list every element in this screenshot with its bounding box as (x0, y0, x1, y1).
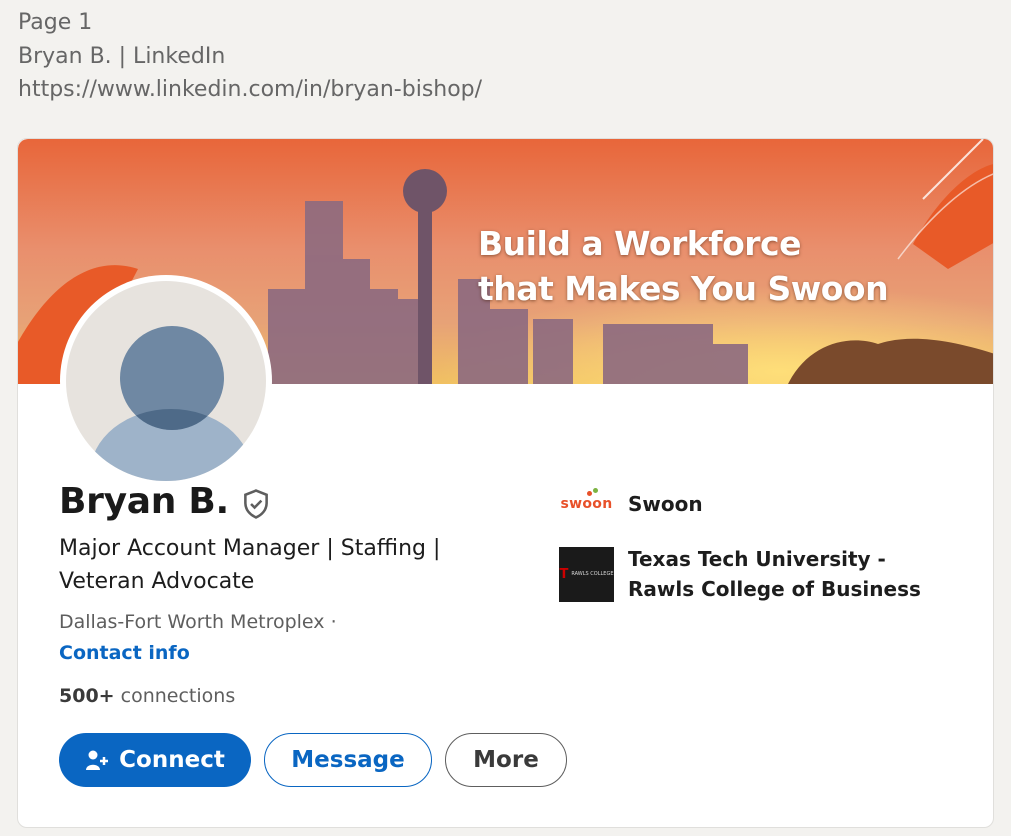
experience-name: Swoon (628, 492, 703, 516)
banner-title-line2: that Makes You Swoon (478, 269, 889, 308)
connect-button[interactable]: Connect (59, 733, 251, 787)
banner-title: Build a Workforce that Makes You Swoon (478, 221, 889, 311)
experience-item-swoon[interactable]: swoon Swoon (559, 488, 703, 519)
connections-label: connections (114, 685, 236, 707)
message-button[interactable]: Message (264, 733, 432, 787)
more-label: More (473, 747, 539, 773)
page-title: Bryan B. | LinkedIn (18, 43, 226, 69)
education-name: Texas Tech University - Rawls College of… (628, 547, 921, 601)
banner-title-line1: Build a Workforce (478, 224, 802, 263)
texas-tech-logo-text: RAWLS COLLEGE (571, 571, 614, 577)
avatar[interactable] (60, 275, 272, 487)
profile-card: Build a Workforce that Makes You Swoon B… (17, 138, 994, 828)
avatar-placeholder-icon (66, 281, 266, 481)
page-url: https://www.linkedin.com/in/bryan-bishop… (18, 77, 483, 102)
verified-shield-icon[interactable] (239, 487, 273, 521)
contact-info-link[interactable]: Contact info (59, 642, 190, 664)
profile-headline: Major Account Manager | Staffing | Veter… (59, 536, 441, 594)
name-row: Bryan B. (59, 481, 273, 522)
swoon-logo-text: swoon (560, 496, 613, 512)
connections-number: 500+ (59, 685, 115, 707)
profile-name: Bryan B. (59, 481, 229, 522)
more-button[interactable]: More (445, 733, 567, 787)
add-person-icon (86, 750, 109, 770)
connections-count[interactable]: 500+ connections (59, 685, 235, 707)
swoon-logo: swoon (559, 488, 614, 512)
profile-location: Dallas-Fort Worth Metroplex · (59, 611, 337, 633)
message-label: Message (291, 747, 405, 773)
education-item-texas-tech[interactable]: T RAWLS COLLEGE Texas Tech University - … (559, 544, 928, 604)
texas-tech-logo: T RAWLS COLLEGE (559, 546, 614, 602)
print-header: Page 1 Bryan B. | LinkedIn https://www.l… (18, 6, 482, 107)
page-number: Page 1 (18, 10, 93, 35)
connect-label: Connect (119, 747, 225, 773)
